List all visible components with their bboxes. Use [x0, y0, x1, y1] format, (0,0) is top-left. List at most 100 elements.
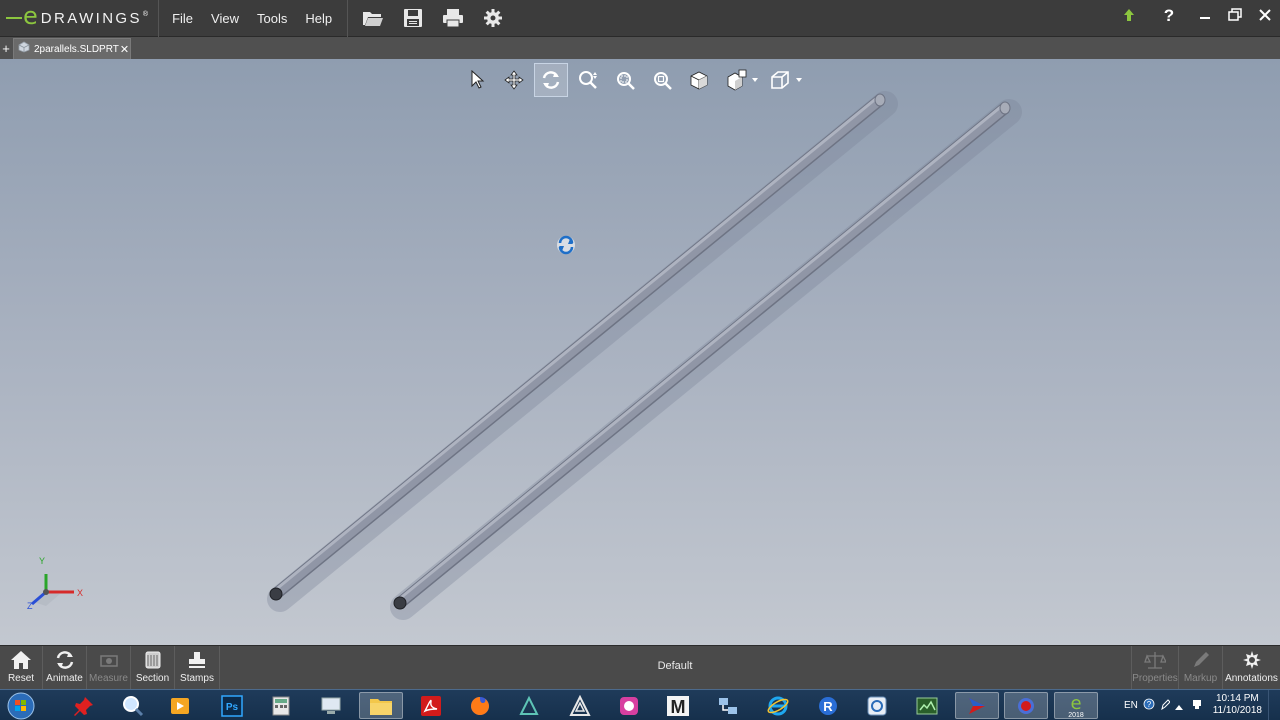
section-button[interactable]: Section: [131, 646, 175, 690]
firefox-icon[interactable]: [458, 692, 502, 719]
app-d-icon[interactable]: [507, 692, 551, 719]
language-indicator[interactable]: EN: [1124, 700, 1138, 711]
properties-button[interactable]: Properties: [1131, 646, 1179, 690]
edrawings-window: e DRAWINGS ® File View Tools Help ? + 2p…: [0, 0, 1280, 720]
app-m-icon[interactable]: M: [656, 692, 700, 719]
logo-text: DRAWINGS: [40, 9, 142, 27]
close-icon[interactable]: [1250, 0, 1280, 30]
rod-2[interactable]: [393, 101, 1011, 610]
zoom-to-fit-icon[interactable]: [645, 63, 679, 97]
annotations-label: Annotations: [1225, 673, 1278, 684]
network-tray-icon[interactable]: [1191, 697, 1203, 715]
r-app-label: R: [823, 699, 833, 714]
section-icon: [145, 651, 160, 669]
acrobat-icon[interactable]: [409, 692, 453, 719]
edrawings-icon[interactable]: e 2018: [1054, 692, 1098, 719]
zoom-icon[interactable]: [571, 63, 605, 97]
network-app-icon[interactable]: [706, 692, 750, 719]
rotate-icon[interactable]: [534, 63, 568, 97]
document-tab-label: 2parallels.SLDPRT: [34, 43, 119, 55]
reset-button[interactable]: Reset: [0, 646, 43, 690]
standard-views-dropdown[interactable]: [750, 63, 760, 97]
app-pink-icon[interactable]: [607, 692, 651, 719]
markup-pencil-icon: [1193, 652, 1209, 667]
model-viewport[interactable]: X Y Z: [0, 59, 1280, 645]
app-m-label: M: [671, 697, 686, 717]
standard-views-icon[interactable]: [719, 63, 753, 97]
view-cube-icon[interactable]: [682, 63, 716, 97]
app-green-icon[interactable]: [905, 692, 949, 719]
file-explorer-icon[interactable]: [359, 692, 403, 719]
search-app-icon[interactable]: [111, 692, 155, 719]
r-app-icon[interactable]: R: [806, 692, 850, 719]
app-blue-icon[interactable]: [855, 692, 899, 719]
properties-label: Properties: [1132, 673, 1178, 684]
photoshop-label: Ps: [226, 702, 239, 713]
print-icon[interactable]: [440, 5, 466, 31]
clock-time: 10:14 PM: [1215, 693, 1259, 704]
rod-1[interactable]: [269, 93, 886, 601]
show-desktop-button[interactable]: [1268, 690, 1280, 720]
menu-tools[interactable]: Tools: [248, 11, 296, 26]
app-red-arrow-icon[interactable]: [955, 692, 999, 719]
svg-text:?: ?: [1147, 700, 1152, 709]
upload-arrow-icon[interactable]: [1114, 0, 1144, 30]
zoom-to-area-icon[interactable]: [608, 63, 642, 97]
calculator-icon[interactable]: [259, 692, 303, 719]
save-icon[interactable]: [400, 5, 426, 31]
animate-button[interactable]: Animate: [43, 646, 87, 690]
taskbar-clock[interactable]: 10:14 PM 11/10/2018: [1213, 693, 1262, 717]
document-tab-strip: + 2parallels.SLDPRT ✕: [0, 37, 1280, 59]
svg-text:e: e: [1070, 694, 1081, 714]
gear-icon[interactable]: [480, 5, 506, 31]
start-orb-icon[interactable]: [4, 691, 38, 720]
triangle-app-icon[interactable]: [558, 692, 602, 719]
properties-icon: [1144, 652, 1166, 669]
edrawings-logo: e DRAWINGS ®: [0, 0, 160, 37]
triad-y-label: Y: [39, 556, 45, 566]
measure-icon: [99, 655, 118, 667]
tray-expand-icon[interactable]: [1174, 697, 1183, 715]
add-tab-button[interactable]: +: [0, 41, 12, 57]
close-tab-button[interactable]: ✕: [119, 43, 130, 56]
select-arrow-icon[interactable]: [460, 63, 494, 97]
model-scene: X Y Z: [27, 91, 1022, 620]
help-icon[interactable]: ?: [1154, 0, 1184, 30]
triad-z-label: Z: [27, 601, 33, 611]
media-player-icon[interactable]: [158, 692, 202, 719]
home-icon: [11, 651, 31, 669]
open-folder-icon[interactable]: [360, 5, 386, 31]
stamps-label: Stamps: [180, 673, 214, 684]
measure-button[interactable]: Measure: [87, 646, 131, 690]
help-tray-icon[interactable]: ?: [1143, 697, 1155, 715]
document-tab[interactable]: 2parallels.SLDPRT ✕: [13, 38, 131, 59]
stamps-button[interactable]: Stamps: [175, 646, 220, 690]
animate-icon: [56, 651, 73, 669]
menu-help[interactable]: Help: [296, 11, 341, 26]
pan-icon[interactable]: [497, 63, 531, 97]
photoshop-icon[interactable]: Ps: [210, 692, 254, 719]
view-toolbar: [460, 63, 804, 97]
annotations-icon: [1242, 651, 1261, 669]
pin-app-icon[interactable]: [62, 692, 106, 719]
annotations-button[interactable]: Annotations: [1223, 646, 1280, 690]
computer-icon[interactable]: [309, 692, 353, 719]
orientation-triad: [31, 574, 74, 606]
reset-label: Reset: [7, 673, 35, 684]
menu-file[interactable]: File: [163, 11, 202, 26]
menu-bar: File View Tools Help: [159, 0, 349, 37]
minimize-icon[interactable]: [1190, 0, 1220, 30]
bottom-toolbar: Reset Animate Measure Section Stamps Def…: [0, 645, 1280, 690]
menu-view[interactable]: View: [202, 11, 248, 26]
edrawings-badge: 2018: [1068, 712, 1084, 718]
restore-icon[interactable]: [1220, 0, 1250, 30]
measure-label: Measure: [89, 673, 128, 684]
display-style-icon[interactable]: [763, 63, 797, 97]
internet-explorer-icon[interactable]: [756, 692, 800, 719]
display-style-dropdown[interactable]: [794, 63, 804, 97]
record-app-icon[interactable]: [1004, 692, 1048, 719]
logo-letter: e: [23, 2, 38, 30]
logo-line: [6, 17, 22, 19]
pen-tray-icon[interactable]: [1160, 697, 1171, 715]
markup-button[interactable]: Markup: [1179, 646, 1223, 690]
